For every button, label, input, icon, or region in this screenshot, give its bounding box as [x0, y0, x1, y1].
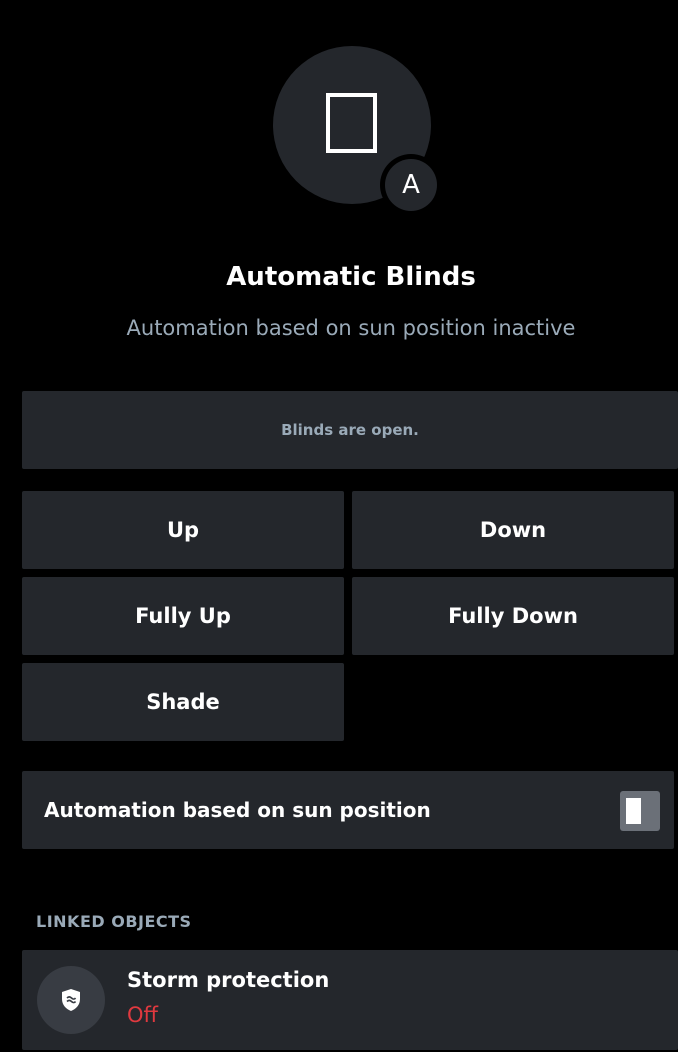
- blinds-detail-page: A Automatic Blinds Automation based on s…: [0, 0, 678, 1052]
- status-text: Blinds are open.: [281, 421, 419, 439]
- fully-down-button[interactable]: Fully Down: [352, 577, 674, 655]
- linked-object-status: Off: [127, 1003, 158, 1027]
- up-button[interactable]: Up: [22, 491, 344, 569]
- status-panel: Blinds are open.: [22, 391, 678, 469]
- shade-button[interactable]: Shade: [22, 663, 344, 741]
- automation-toggle-row[interactable]: Automation based on sun position: [22, 771, 674, 849]
- fully-up-button[interactable]: Fully Up: [22, 577, 344, 655]
- badge-letter: A: [385, 159, 437, 211]
- automation-toggle-label: Automation based on sun position: [44, 798, 431, 822]
- automatic-badge: A: [380, 154, 442, 216]
- automation-toggle-switch[interactable]: [620, 791, 660, 831]
- window-blind-icon: [326, 93, 377, 153]
- page-title: Automatic Blinds: [226, 262, 476, 292]
- linked-objects-heading: LINKED OBJECTS: [36, 912, 192, 931]
- down-button[interactable]: Down: [352, 491, 674, 569]
- page-subtitle: Automation based on sun position inactiv…: [126, 316, 576, 340]
- storm-shield-icon-circle: [37, 966, 105, 1034]
- toggle-knob: [626, 798, 641, 824]
- linked-object-storm-protection[interactable]: Storm protection Off: [22, 950, 678, 1050]
- storm-shield-icon: [62, 989, 80, 1011]
- linked-object-title: Storm protection: [127, 968, 330, 992]
